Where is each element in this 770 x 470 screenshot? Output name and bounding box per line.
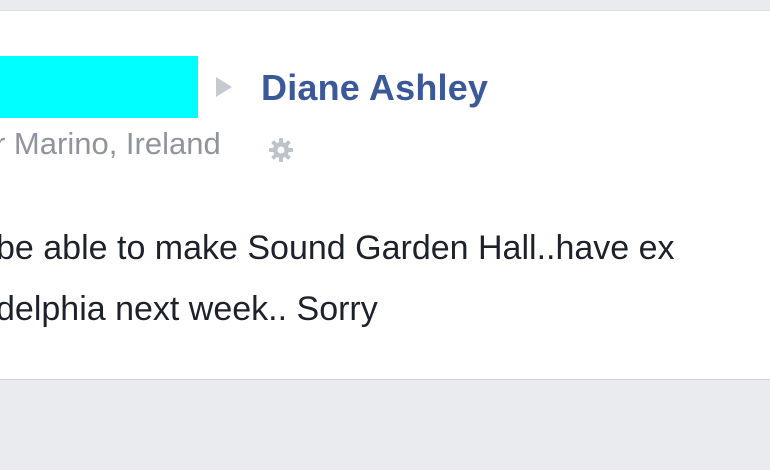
- post-message-line-1: be able to make Sound Garden Hall..have …: [0, 229, 675, 267]
- triangle-right-icon: [216, 77, 232, 97]
- recipient-name-link[interactable]: Diane Ashley: [261, 68, 488, 108]
- post-location: r Marino, Ireland: [0, 126, 221, 161]
- page: Diane Ashley r Marino, Ireland be able t…: [0, 0, 770, 470]
- post-message-line-2: delphia next week.. Sorry: [0, 290, 378, 328]
- post-card: Diane Ashley r Marino, Ireland be able t…: [0, 10, 770, 380]
- gear-icon[interactable]: [266, 135, 296, 165]
- redacted-author-name: [0, 56, 198, 118]
